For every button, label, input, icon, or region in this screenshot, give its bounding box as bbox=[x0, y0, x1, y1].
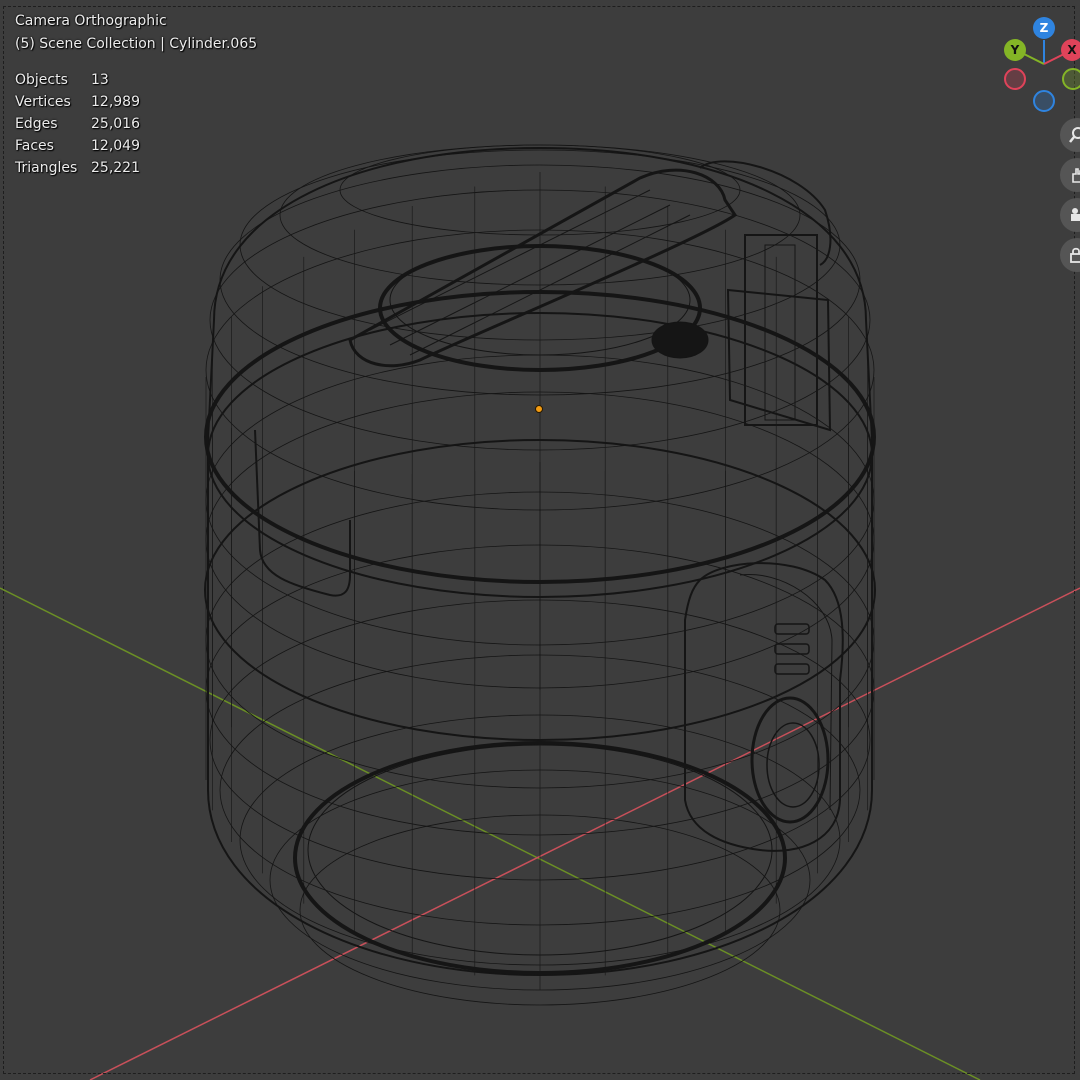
gizmo-neg-x-axis-button[interactable] bbox=[1004, 68, 1026, 90]
stat-row-faces: Faces 12,049 bbox=[15, 135, 140, 157]
stat-label: Faces bbox=[15, 138, 54, 154]
wireframe-scene bbox=[0, 144, 1080, 1080]
stat-value: 12,989 bbox=[91, 94, 140, 110]
stat-row-edges: Edges 25,016 bbox=[15, 113, 140, 135]
stat-value: 13 bbox=[91, 72, 109, 88]
gizmo-z-axis-button[interactable]: Z bbox=[1033, 17, 1055, 39]
view-name-label: Camera Orthographic bbox=[15, 13, 167, 29]
stat-row-vertices: Vertices 12,989 bbox=[15, 91, 140, 113]
stat-label: Vertices bbox=[15, 94, 71, 110]
gizmo-x-axis-button[interactable]: X bbox=[1061, 39, 1080, 61]
stat-value: 12,049 bbox=[91, 138, 140, 154]
camera-icon bbox=[1071, 208, 1080, 221]
gizmo-y-axis-button[interactable]: Y bbox=[1004, 39, 1026, 61]
stat-label: Edges bbox=[15, 116, 58, 132]
gizmo-x-label: X bbox=[1067, 43, 1077, 57]
gizmo-z-label: Z bbox=[1039, 21, 1049, 35]
stat-value: 25,016 bbox=[91, 116, 140, 132]
stat-row-triangles: Triangles 25,221 bbox=[15, 157, 140, 179]
scene-statistics: Objects 13 Vertices 12,989 Edges 25,016 … bbox=[15, 69, 140, 179]
gizmo-y-label: Y bbox=[1010, 43, 1020, 57]
stat-label: Triangles bbox=[15, 160, 78, 176]
lock-icon bbox=[1070, 247, 1080, 263]
stat-row-objects: Objects 13 bbox=[15, 69, 140, 91]
navigation-gizmo[interactable]: Z Y X bbox=[996, 14, 1080, 114]
gizmo-neg-z-axis-button[interactable] bbox=[1033, 90, 1055, 112]
stat-label: Objects bbox=[15, 72, 68, 88]
gizmo-neg-y-axis-button[interactable] bbox=[1062, 68, 1080, 90]
hand-pan-icon bbox=[1072, 168, 1080, 183]
origin-point bbox=[535, 405, 543, 413]
zoom-icon bbox=[1069, 127, 1080, 143]
cooker-wireframe-mesh bbox=[204, 144, 876, 1006]
collection-info-label: (5) Scene Collection | Cylinder.065 bbox=[15, 36, 258, 52]
stat-value: 25,221 bbox=[91, 160, 140, 176]
3d-viewport[interactable]: Camera Orthographic (5) Scene Collection… bbox=[0, 0, 1080, 1080]
